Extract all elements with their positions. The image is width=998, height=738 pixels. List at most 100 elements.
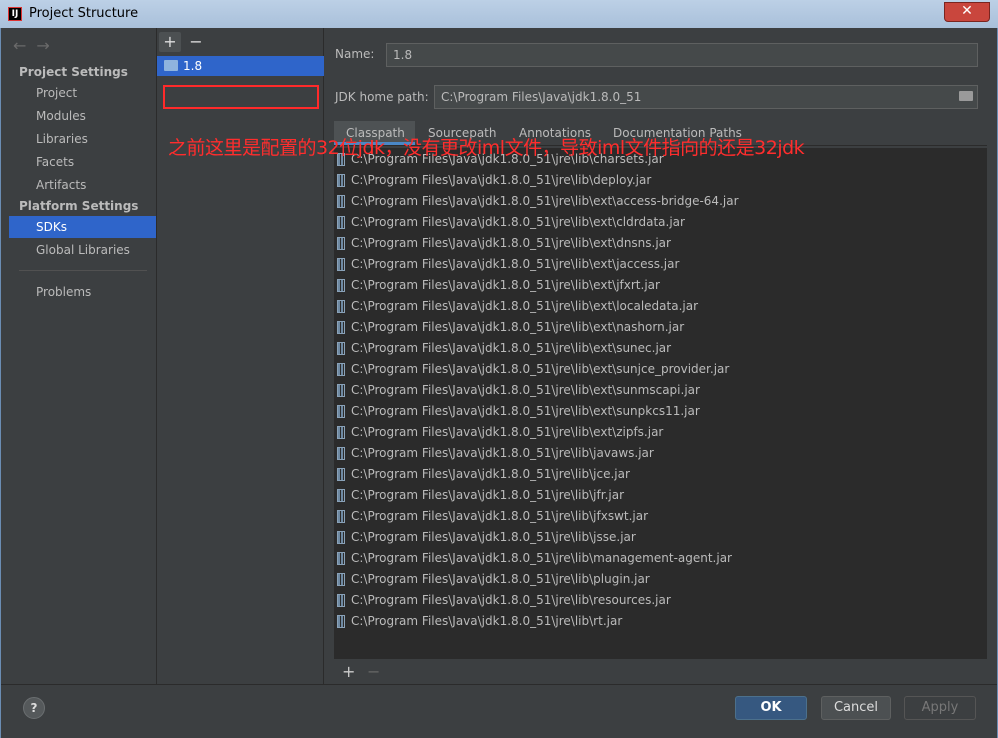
classpath-entry: C:\Program Files\Java\jdk1.8.0_51\jre\li… [351, 509, 649, 523]
settings-nav: ← → Project Settings Project Modules Libr… [1, 28, 156, 684]
remove-sdk-button[interactable]: − [185, 32, 207, 52]
jar-icon [337, 426, 345, 439]
jar-icon [337, 573, 345, 586]
classpath-row[interactable]: C:\Program Files\Java\jdk1.8.0_51\jre\li… [334, 380, 987, 401]
classpath-row[interactable]: C:\Program Files\Java\jdk1.8.0_51\jre\li… [334, 548, 987, 569]
classpath-row[interactable]: C:\Program Files\Java\jdk1.8.0_51\jre\li… [334, 254, 987, 275]
title-bar: IJ Project Structure ✕ [0, 0, 998, 28]
classpath-entry: C:\Program Files\Java\jdk1.8.0_51\jre\li… [351, 572, 650, 586]
classpath-row[interactable]: C:\Program Files\Java\jdk1.8.0_51\jre\li… [334, 191, 987, 212]
classpath-row[interactable]: C:\Program Files\Java\jdk1.8.0_51\jre\li… [334, 590, 987, 611]
nav-item-global-libraries[interactable]: Global Libraries [9, 239, 156, 261]
classpath-row[interactable]: C:\Program Files\Java\jdk1.8.0_51\jre\li… [334, 443, 987, 464]
nav-item-facets[interactable]: Facets [9, 151, 156, 173]
classpath-toolbar: + − [334, 658, 987, 685]
remove-path-button[interactable]: − [367, 662, 380, 681]
classpath-entry: C:\Program Files\Java\jdk1.8.0_51\jre\li… [351, 488, 625, 502]
classpath-entry: C:\Program Files\Java\jdk1.8.0_51\jre\li… [351, 194, 739, 208]
classpath-entry: C:\Program Files\Java\jdk1.8.0_51\jre\li… [351, 530, 636, 544]
classpath-row[interactable]: C:\Program Files\Java\jdk1.8.0_51\jre\li… [334, 359, 987, 380]
cancel-button[interactable]: Cancel [821, 696, 891, 720]
nav-item-problems[interactable]: Problems [9, 281, 156, 303]
name-field[interactable]: 1.8 [386, 43, 978, 67]
classpath-entry: C:\Program Files\Java\jdk1.8.0_51\jre\li… [351, 236, 671, 250]
nav-item-modules[interactable]: Modules [9, 105, 156, 127]
classpath-entry: C:\Program Files\Java\jdk1.8.0_51\jre\li… [351, 320, 685, 334]
add-path-button[interactable]: + [342, 662, 355, 681]
classpath-entry: C:\Program Files\Java\jdk1.8.0_51\jre\li… [351, 404, 700, 418]
classpath-entry: C:\Program Files\Java\jdk1.8.0_51\jre\li… [351, 341, 672, 355]
classpath-row[interactable]: C:\Program Files\Java\jdk1.8.0_51\jre\li… [334, 422, 987, 443]
close-window-button[interactable]: ✕ [944, 2, 990, 22]
classpath-row[interactable]: C:\Program Files\Java\jdk1.8.0_51\jre\li… [334, 338, 987, 359]
sdk-item-1-8[interactable]: 1.8 [157, 56, 324, 76]
jar-icon [337, 552, 345, 565]
classpath-row[interactable]: C:\Program Files\Java\jdk1.8.0_51\jre\li… [334, 611, 987, 632]
classpath-list[interactable]: C:\Program Files\Java\jdk1.8.0_51\jre\li… [334, 148, 987, 658]
sdk-detail-panel: Name: 1.8 JDK home path: C:\Program File… [324, 28, 997, 685]
browse-folder-icon[interactable] [959, 91, 973, 101]
classpath-entry: C:\Program Files\Java\jdk1.8.0_51\jre\li… [351, 257, 680, 271]
jar-icon [337, 615, 345, 628]
jar-icon [337, 384, 345, 397]
jdk-home-field[interactable]: C:\Program Files\Java\jdk1.8.0_51 [434, 85, 978, 109]
intellij-app-icon: IJ [8, 7, 22, 21]
jar-icon [337, 447, 345, 460]
classpath-entry: C:\Program Files\Java\jdk1.8.0_51\jre\li… [351, 614, 623, 628]
classpath-row[interactable]: C:\Program Files\Java\jdk1.8.0_51\jre\li… [334, 527, 987, 548]
classpath-row[interactable]: C:\Program Files\Java\jdk1.8.0_51\jre\li… [334, 317, 987, 338]
jar-icon [337, 279, 345, 292]
classpath-entry: C:\Program Files\Java\jdk1.8.0_51\jre\li… [351, 383, 700, 397]
classpath-row[interactable]: C:\Program Files\Java\jdk1.8.0_51\jre\li… [334, 212, 987, 233]
classpath-row[interactable]: C:\Program Files\Java\jdk1.8.0_51\jre\li… [334, 401, 987, 422]
jar-icon [337, 216, 345, 229]
nav-item-libraries[interactable]: Libraries [9, 128, 156, 150]
jar-icon [337, 510, 345, 523]
jar-icon [337, 531, 345, 544]
classpath-entry: C:\Program Files\Java\jdk1.8.0_51\jre\li… [351, 446, 654, 460]
classpath-row[interactable]: C:\Program Files\Java\jdk1.8.0_51\jre\li… [334, 569, 987, 590]
sdk-item-label: 1.8 [183, 59, 203, 73]
help-button[interactable]: ? [23, 697, 45, 719]
classpath-row[interactable]: C:\Program Files\Java\jdk1.8.0_51\jre\li… [334, 464, 987, 485]
classpath-entry: C:\Program Files\Java\jdk1.8.0_51\jre\li… [351, 362, 730, 376]
sdk-folder-icon [164, 60, 178, 71]
window-title: Project Structure [29, 6, 139, 21]
dialog-footer: ? OK Cancel Apply [1, 684, 997, 738]
back-arrow-icon[interactable]: ← [13, 36, 26, 55]
jar-icon [337, 258, 345, 271]
red-annotation-text: 之前这里是配置的32位jdk，没有更改iml文件，导致iml文件指向的还是32j… [168, 137, 805, 159]
classpath-entry: C:\Program Files\Java\jdk1.8.0_51\jre\li… [351, 551, 732, 565]
platform-settings-header: Platform Settings [19, 199, 139, 213]
classpath-entry: C:\Program Files\Java\jdk1.8.0_51\jre\li… [351, 173, 652, 187]
name-label: Name: [335, 47, 375, 61]
classpath-row[interactable]: C:\Program Files\Java\jdk1.8.0_51\jre\li… [334, 275, 987, 296]
classpath-row[interactable]: C:\Program Files\Java\jdk1.8.0_51\jre\li… [334, 506, 987, 527]
classpath-row[interactable]: C:\Program Files\Java\jdk1.8.0_51\jre\li… [334, 296, 987, 317]
nav-item-project[interactable]: Project [9, 82, 156, 104]
classpath-row[interactable]: C:\Program Files\Java\jdk1.8.0_51\jre\li… [334, 485, 987, 506]
jdk-home-value: C:\Program Files\Java\jdk1.8.0_51 [441, 90, 642, 104]
project-settings-header: Project Settings [19, 65, 128, 79]
jdk-home-label: JDK home path: [335, 90, 429, 104]
forward-arrow-icon[interactable]: → [36, 36, 49, 55]
nav-item-artifacts[interactable]: Artifacts [9, 174, 156, 196]
classpath-entry: C:\Program Files\Java\jdk1.8.0_51\jre\li… [351, 467, 630, 481]
add-sdk-button[interactable]: + [159, 32, 181, 52]
nav-arrows: ← → [13, 36, 60, 55]
classpath-entry: C:\Program Files\Java\jdk1.8.0_51\jre\li… [351, 299, 699, 313]
jar-icon [337, 300, 345, 313]
jar-icon [337, 174, 345, 187]
jar-icon [337, 468, 345, 481]
nav-divider [19, 270, 147, 271]
classpath-entry: C:\Program Files\Java\jdk1.8.0_51\jre\li… [351, 278, 660, 292]
classpath-row[interactable]: C:\Program Files\Java\jdk1.8.0_51\jre\li… [334, 170, 987, 191]
red-highlight-box [163, 85, 319, 109]
apply-button[interactable]: Apply [904, 696, 976, 720]
classpath-row[interactable]: C:\Program Files\Java\jdk1.8.0_51\jre\li… [334, 233, 987, 254]
nav-item-sdks[interactable]: SDKs [9, 216, 156, 238]
jar-icon [337, 594, 345, 607]
classpath-entry: C:\Program Files\Java\jdk1.8.0_51\jre\li… [351, 425, 664, 439]
ok-button[interactable]: OK [735, 696, 807, 720]
jar-icon [337, 489, 345, 502]
